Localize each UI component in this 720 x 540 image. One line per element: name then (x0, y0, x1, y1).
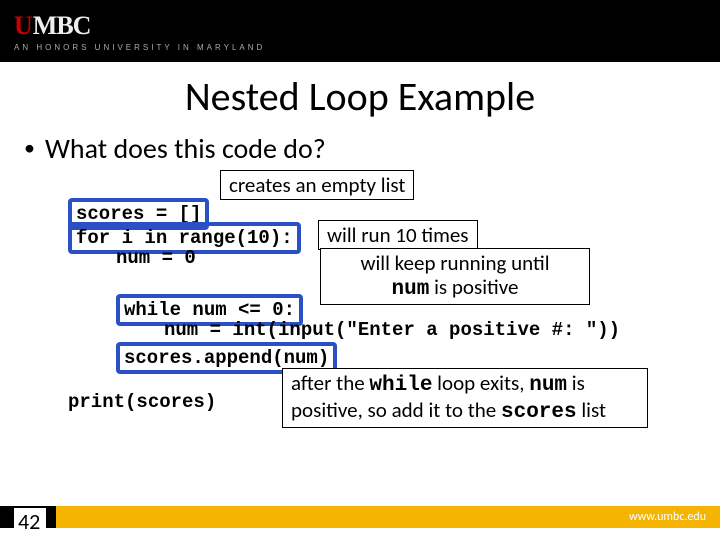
logo-u: U (14, 11, 33, 41)
bullet-icon: • (24, 131, 35, 165)
page-number: 42 (14, 508, 46, 535)
annotation-is-positive: is positive (429, 274, 518, 300)
annotation-run-10: will run 10 times (318, 220, 478, 250)
code-line-3: num = 0 (116, 247, 196, 269)
footer-gold-bar: www.umbc.edu (56, 506, 720, 528)
bullet-text: What does this code do? (45, 131, 326, 166)
annotation-keep-running-l1: will keep running until (360, 250, 549, 276)
annotation-while-token: while (369, 374, 432, 397)
brand-tagline: AN HONORS UNIVERSITY IN MARYLAND (14, 43, 265, 52)
code-block: creates an empty list scores = [] will r… (0, 172, 720, 414)
code-line-5: num = int(input("Enter a positive #: ")) (164, 319, 620, 341)
logo-mbc: MBC (33, 11, 91, 41)
brand-logo: U MBC AN HONORS UNIVERSITY IN MARYLAND (14, 11, 265, 52)
annotation-empty-list: creates an empty list (220, 170, 414, 200)
footer-url: www.umbc.edu (629, 510, 706, 524)
annotation-keep-running: will keep running until num is positive (320, 248, 590, 305)
footer: www.umbc.edu (0, 506, 720, 528)
annotation-after-while: after the while loop exits, num is posit… (282, 368, 648, 428)
slide-title: Nested Loop Example (0, 72, 720, 121)
bullet-question: • What does this code do? (0, 131, 720, 166)
brand-header: U MBC AN HONORS UNIVERSITY IN MARYLAND (0, 0, 720, 62)
umbc-wordmark: U MBC (14, 11, 265, 41)
code-line-7: print(scores) (68, 391, 216, 413)
annotation-scores-token: scores (501, 401, 577, 424)
annotation-num-token: num (392, 278, 430, 301)
annotation-num-token2: num (529, 374, 567, 397)
